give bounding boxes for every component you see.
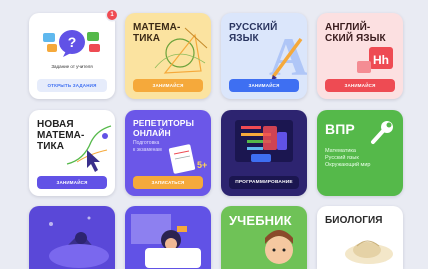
open-tasks-button[interactable]: Открыть задания <box>37 79 107 92</box>
geometry-icon <box>154 27 208 74</box>
tutor-notes-icon: 5+ <box>168 144 207 174</box>
vpr-subjects: Математика Русский язык Окружающий мир <box>325 148 371 168</box>
biology-card[interactable]: БИОЛОГИЯ <box>317 206 403 269</box>
reading-student-icon <box>131 214 201 268</box>
english-card[interactable]: АНГЛИЙ- СКИЙ ЯЗЫК Hh Занимайся <box>317 13 403 99</box>
code-editor-icon <box>235 120 293 162</box>
question-bubble-icon: ? <box>43 30 100 57</box>
english-button[interactable]: Занимайся <box>325 79 395 92</box>
textbook-card[interactable]: УЧЕБНИК <box>221 206 307 269</box>
vpr-card[interactable]: ВПР Математика Русский язык Окружающий м… <box>317 110 403 196</box>
math-button[interactable]: Занимайся <box>133 79 203 92</box>
svg-text:Hh: Hh <box>373 53 389 67</box>
cursor-graph-icon <box>66 125 112 172</box>
new-math-card[interactable]: НОВАЯ МАТЕМА- ТИКА Занимайся <box>29 110 115 196</box>
subjects-grid: ? Задание от учителя Открыть задания МАТ… <box>0 0 428 269</box>
programming-card[interactable]: Программирование <box>221 110 307 196</box>
notification-badge: 1 <box>107 10 117 20</box>
new-math-button[interactable]: Занимайся <box>37 176 107 189</box>
vpr-title: ВПР <box>325 121 355 137</box>
wrench-icon <box>371 121 393 144</box>
svg-text:5+: 5+ <box>197 160 207 170</box>
teacher-tasks-caption: Задание от учителя <box>51 64 93 69</box>
tutors-card[interactable]: РЕПЕТИТОРЫ ОНЛАЙН Подготовка к экзаменам… <box>125 110 211 196</box>
student-icon <box>265 230 293 264</box>
microscope-slide-icon <box>345 240 393 264</box>
tutors-button[interactable]: Записаться <box>133 176 203 189</box>
programming-button[interactable]: Программирование <box>229 176 299 189</box>
planet-scene-icon <box>49 216 109 268</box>
russian-card[interactable]: РУССКИЙ ЯЗЫК А Занимайся <box>221 13 307 99</box>
space-card[interactable] <box>29 206 115 269</box>
teacher-tasks-card[interactable]: ? Задание от учителя Открыть задания <box>29 13 115 99</box>
russian-button[interactable]: Занимайся <box>229 79 299 92</box>
reading-card[interactable] <box>125 206 211 269</box>
math-card[interactable]: МАТЕМА- ТИКА Занимайся <box>125 13 211 99</box>
svg-text:?: ? <box>68 34 77 50</box>
letter-a-pen-icon: А <box>269 27 307 85</box>
